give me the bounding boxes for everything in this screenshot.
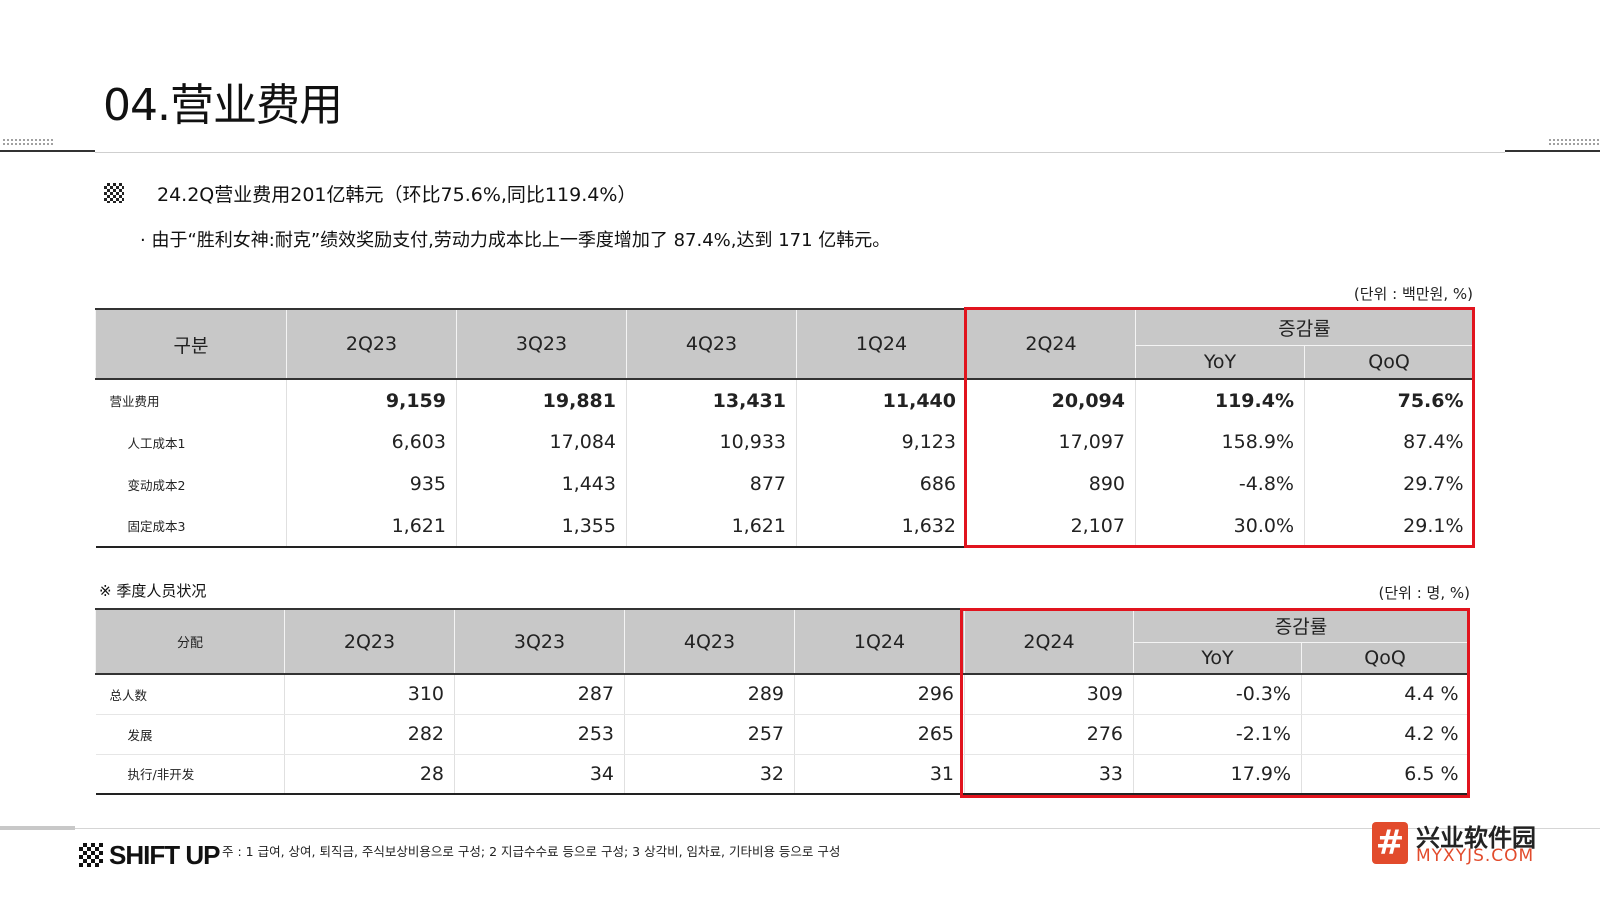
footer-accent-bar bbox=[0, 826, 75, 830]
header-category: 구분 bbox=[95, 309, 287, 379]
row-label: 营业费用 bbox=[109, 394, 160, 409]
header-4q23: 4Q23 bbox=[624, 609, 795, 674]
cell-value: 34 bbox=[454, 754, 625, 794]
decorative-dots-right bbox=[1548, 138, 1600, 146]
headcount-section-title: ※ 季度人员状况 bbox=[99, 582, 207, 600]
cell-value: 289 bbox=[624, 674, 795, 715]
title-rule bbox=[95, 152, 1505, 153]
table2-unit: (단위 : 명, %) bbox=[1378, 584, 1470, 602]
cell-value: 6,603 bbox=[286, 421, 457, 463]
row-label: 总人数 bbox=[95, 674, 285, 715]
header-3q23: 3Q23 bbox=[454, 609, 625, 674]
header-1q24: 1Q24 bbox=[794, 609, 965, 674]
cell-value: 1,443 bbox=[456, 463, 627, 505]
cell-value: 19,881 bbox=[456, 379, 627, 421]
summary-headline: 24.2Q营业费用201亿韩元（环比75.6%,同比119.4%） bbox=[157, 184, 637, 206]
row-label: 执行/非开发 bbox=[127, 767, 195, 783]
cell-value: 265 bbox=[794, 714, 965, 755]
footer-rule bbox=[0, 828, 1600, 829]
cell-value: 28 bbox=[284, 754, 455, 794]
cell-value: 13,431 bbox=[626, 379, 797, 421]
row-label: 变动成本2 bbox=[127, 477, 186, 493]
cell-value: 11,440 bbox=[796, 379, 967, 421]
cell-value: 31 bbox=[794, 754, 965, 794]
cell-value: 1,621 bbox=[626, 505, 797, 547]
cell-value: 253 bbox=[454, 714, 625, 755]
cell-value: 17,084 bbox=[456, 421, 627, 463]
header-2q23: 2Q23 bbox=[286, 309, 457, 379]
cell-value: 1,621 bbox=[286, 505, 457, 547]
cell-value: 257 bbox=[624, 714, 795, 755]
highlight-box-table1 bbox=[964, 307, 1475, 548]
cell-value: 935 bbox=[286, 463, 457, 505]
cell-value: 282 bbox=[284, 714, 455, 755]
logo-text: SHIFT UP bbox=[109, 840, 220, 870]
cell-value: 9,123 bbox=[796, 421, 967, 463]
page-title: 04.营业费用 bbox=[103, 80, 343, 131]
header-1q24: 1Q24 bbox=[796, 309, 967, 379]
header-4q23: 4Q23 bbox=[626, 309, 797, 379]
cell-value: 1,632 bbox=[796, 505, 967, 547]
cell-value: 1,355 bbox=[456, 505, 627, 547]
cell-value: 310 bbox=[284, 674, 455, 715]
summary-bullet: · 由于“胜利女神:耐克”绩效奖励支付,劳动力成本比上一季度增加了 87.4%,… bbox=[140, 230, 891, 251]
watermark: # 兴业软件园 MYXYJS.COM bbox=[1372, 818, 1592, 870]
cell-value: 686 bbox=[796, 463, 967, 505]
row-label: 人工成本1 bbox=[127, 435, 186, 451]
row-label: 固定成本3 bbox=[127, 519, 186, 534]
footnote: 주 : 1 급여, 상여, 퇴직금, 주식보상비용으로 구성; 2 지급수수료 … bbox=[222, 844, 841, 859]
watermark-hash-icon: # bbox=[1372, 822, 1408, 864]
cell-value: 10,933 bbox=[626, 421, 797, 463]
cell-value: 9,159 bbox=[286, 379, 457, 421]
watermark-en-text: MYXYJS.COM bbox=[1416, 846, 1535, 866]
table1-unit: (단위 : 백만원, %) bbox=[1353, 285, 1473, 303]
title-rule-left bbox=[0, 150, 95, 152]
cell-value: 287 bbox=[454, 674, 625, 715]
header-3q23: 3Q23 bbox=[456, 309, 627, 379]
highlight-box-table2 bbox=[960, 608, 1470, 798]
title-rule-right bbox=[1505, 150, 1600, 152]
row-label: 发展 bbox=[95, 714, 285, 755]
shift-up-logo: SHIFT UP bbox=[79, 840, 220, 871]
cell-value: 877 bbox=[626, 463, 797, 505]
checkered-bullet-icon bbox=[104, 183, 124, 203]
header-2q23: 2Q23 bbox=[284, 609, 455, 674]
shift-up-logo-mark-icon bbox=[79, 843, 103, 867]
cell-value: 32 bbox=[624, 754, 795, 794]
decorative-dots-left bbox=[2, 138, 54, 146]
header-category: 分配 bbox=[95, 609, 285, 674]
cell-value: 296 bbox=[794, 674, 965, 715]
